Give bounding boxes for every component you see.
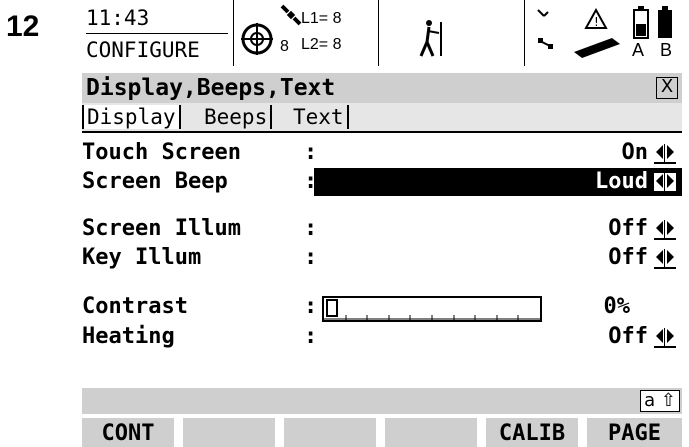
mode-label: CONFIGURE [86, 38, 200, 62]
f4-button[interactable] [385, 418, 477, 447]
f3-button[interactable] [284, 418, 376, 447]
f1-cont-button[interactable]: CONT [82, 418, 174, 447]
left-right-arrows-icon[interactable] [654, 220, 676, 240]
input-mode-indicator: a ⇧ [640, 390, 680, 412]
close-button[interactable]: X [656, 77, 678, 99]
pole-walking-icon [419, 20, 442, 57]
contrast-value: 0% [603, 294, 631, 319]
heating-value[interactable]: Off [608, 322, 648, 352]
satellite-count: 8 [280, 38, 289, 55]
window-title-bar: Display,Beeps,Text X [82, 73, 682, 103]
key-illum-label: Key Illum [82, 245, 202, 270]
bottom-status-bar: a ⇧ [82, 388, 682, 414]
tab-beeps[interactable]: Beeps [201, 105, 273, 129]
contrast-label: Contrast [82, 294, 188, 319]
screen-illum-value[interactable]: Off [608, 214, 648, 244]
heating-label: Heating [82, 324, 175, 349]
heating-row[interactable]: Heating : Off [82, 322, 682, 352]
contrast-slider[interactable] [322, 296, 542, 322]
clock-time: 11:43 [86, 6, 150, 30]
satellite-icon [280, 4, 302, 26]
left-right-arrows-icon[interactable] [654, 144, 676, 164]
key-illum-row[interactable]: Key Illum : Off [82, 243, 682, 273]
l1-count: L1= 8 [301, 10, 342, 27]
f5-calib-button[interactable]: CALIB [486, 418, 578, 447]
screen-beep-row[interactable]: Screen Beep : Loud [82, 167, 682, 197]
screen-beep-label: Screen Beep [82, 169, 228, 194]
battery-icon [633, 6, 672, 39]
position-crosshair-icon [241, 23, 273, 55]
touch-screen-value[interactable]: On [622, 138, 649, 168]
touch-screen-label: Touch Screen [82, 140, 241, 165]
svg-text:!: ! [594, 15, 599, 29]
memory-card-icon: ! [574, 8, 620, 58]
left-right-arrows-icon[interactable] [654, 249, 676, 269]
left-right-arrows-icon[interactable] [654, 328, 676, 348]
f6-page-button[interactable]: PAGE [587, 418, 682, 447]
l2-count: L2= 8 [301, 36, 342, 53]
touch-screen-row[interactable]: Touch Screen : On [82, 138, 682, 168]
screen-illum-label: Screen Illum [82, 216, 241, 241]
function-key-bar: CONT CALIB PAGE [82, 418, 682, 447]
step-number: 12 [6, 10, 40, 43]
key-illum-value[interactable]: Off [608, 243, 648, 273]
status-bar: 11:43 CONFIGURE 8 L1= 8 L2= 8 ! A B [82, 0, 682, 67]
window-title: Display,Beeps,Text [86, 75, 336, 101]
tab-bar: Display Beeps Text [82, 103, 682, 133]
screen-illum-row[interactable]: Screen Illum : Off [82, 214, 682, 244]
tab-text[interactable]: Text [290, 105, 349, 129]
left-right-arrows-icon[interactable] [654, 173, 676, 193]
contrast-row[interactable]: Contrast : 0% [82, 292, 682, 322]
tab-display[interactable]: Display [82, 105, 181, 129]
storage-label: A B [632, 40, 679, 60]
screen-beep-value[interactable]: Loud [595, 167, 648, 197]
device-screen: 11:43 CONFIGURE 8 L1= 8 L2= 8 ! A B Disp… [82, 0, 682, 447]
radio-link-icon [537, 9, 553, 49]
f2-button[interactable] [183, 418, 275, 447]
